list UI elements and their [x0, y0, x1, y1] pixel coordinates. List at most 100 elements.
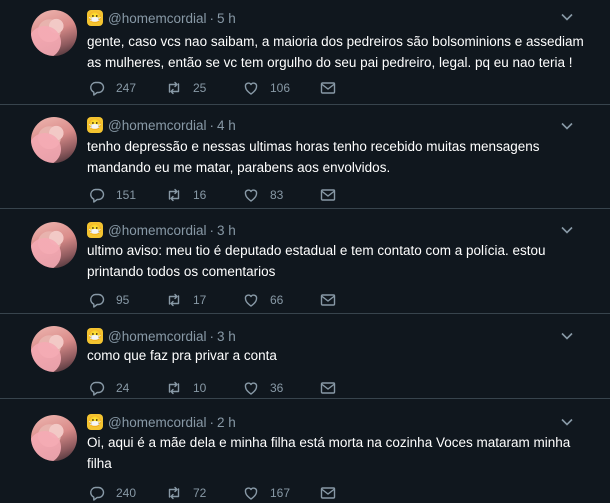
message-button[interactable]: [320, 380, 397, 396]
tweet-text: gente, caso vcs nao saibam, a maioria do…: [87, 34, 584, 70]
tweet-header: 😷 @homemcordial · 5 h: [87, 8, 236, 28]
reply-count: 151: [116, 188, 137, 202]
reply-count: 95: [116, 293, 130, 307]
tweet[interactable]: 😷 @homemcordial · 2 h Oi, aqui é a mãe d…: [0, 399, 610, 503]
message-icon: [320, 294, 336, 306]
emoji-badge-icon: 😷: [87, 10, 103, 26]
reply-count: 247: [116, 81, 137, 95]
retweet-button[interactable]: 25: [166, 80, 243, 96]
reply-button[interactable]: 247: [89, 80, 166, 96]
avatar[interactable]: [31, 117, 77, 163]
tweet-text: Oi, aqui é a mãe dela e minha filha está…: [87, 435, 571, 471]
tweet-actions: 95 17 66: [89, 292, 397, 308]
user-handle[interactable]: @homemcordial: [108, 329, 207, 344]
separator-dot: ·: [209, 10, 215, 26]
tweet-actions: 247 25 106: [89, 80, 397, 96]
chevron-down-icon[interactable]: [560, 10, 574, 24]
reply-button[interactable]: 24: [89, 380, 166, 396]
like-button[interactable]: 36: [243, 380, 320, 396]
retweet-button[interactable]: 72: [166, 485, 243, 501]
like-count: 36: [270, 381, 284, 395]
reply-icon: [90, 81, 105, 96]
like-icon: [244, 189, 258, 202]
user-handle[interactable]: @homemcordial: [108, 223, 207, 238]
retweet-count: 25: [193, 81, 207, 95]
like-button[interactable]: 106: [243, 80, 320, 96]
emoji-badge-icon: 😷: [87, 222, 103, 238]
tweet-time[interactable]: 3 h: [217, 223, 236, 238]
message-button[interactable]: [320, 292, 397, 308]
user-handle[interactable]: @homemcordial: [108, 118, 207, 133]
like-button[interactable]: 83: [243, 187, 320, 203]
retweet-icon: [168, 293, 180, 307]
reply-icon: [90, 293, 105, 308]
chevron-down-icon[interactable]: [560, 119, 574, 133]
reply-button[interactable]: 95: [89, 292, 166, 308]
like-button[interactable]: 167: [243, 485, 320, 501]
like-count: 83: [270, 188, 284, 202]
like-count: 167: [270, 486, 291, 500]
retweet-button[interactable]: 16: [166, 187, 243, 203]
message-icon: [320, 487, 336, 499]
tweet-header: 😷 @homemcordial · 2 h: [87, 412, 236, 432]
reply-button[interactable]: 240: [89, 485, 166, 501]
like-icon: [244, 487, 258, 500]
avatar[interactable]: [31, 222, 77, 268]
like-icon: [244, 382, 258, 395]
chevron-down-icon[interactable]: [560, 329, 574, 343]
retweet-icon: [168, 81, 180, 95]
chevron-down-icon[interactable]: [560, 223, 574, 237]
avatar[interactable]: [31, 10, 77, 56]
emoji-badge-icon: 😷: [87, 117, 103, 133]
like-button[interactable]: 66: [243, 292, 320, 308]
message-icon: [320, 382, 336, 394]
retweet-icon: [168, 188, 180, 202]
reply-icon: [90, 188, 105, 203]
tweet[interactable]: 😷 @homemcordial · 3 h como que faz pra p…: [0, 314, 610, 399]
retweet-icon: [168, 486, 180, 500]
reply-count: 240: [116, 486, 137, 500]
tweet[interactable]: 😷 @homemcordial · 4 h tenho depressão e …: [0, 105, 610, 209]
chevron-down-icon[interactable]: [560, 415, 574, 429]
tweet-time[interactable]: 3 h: [217, 329, 236, 344]
avatar[interactable]: [31, 415, 77, 461]
reply-button[interactable]: 151: [89, 187, 166, 203]
tweet[interactable]: 😷 @homemcordial · 3 h ultimo aviso: meu …: [0, 209, 610, 314]
emoji-badge-icon: 😷: [87, 414, 103, 430]
like-icon: [244, 82, 258, 95]
tweet-text: tenho depressão e nessas ultimas horas t…: [87, 139, 540, 175]
avatar[interactable]: [31, 326, 77, 372]
tweet-time[interactable]: 5 h: [217, 11, 236, 26]
message-icon: [320, 189, 336, 201]
tweet[interactable]: 😷 @homemcordial · 5 h gente, caso vcs na…: [0, 0, 610, 105]
like-icon: [244, 294, 258, 307]
user-handle[interactable]: @homemcordial: [108, 415, 207, 430]
reply-icon: [90, 486, 105, 501]
tweet-header: 😷 @homemcordial · 3 h: [87, 220, 236, 240]
message-button[interactable]: [320, 485, 397, 501]
message-button[interactable]: [320, 187, 397, 203]
separator-dot: ·: [209, 328, 215, 344]
tweet-time[interactable]: 2 h: [217, 415, 236, 430]
retweet-count: 16: [193, 188, 207, 202]
retweet-count: 17: [193, 293, 207, 307]
emoji-badge-icon: 😷: [87, 328, 103, 344]
tweet-time[interactable]: 4 h: [217, 118, 236, 133]
like-count: 66: [270, 293, 284, 307]
retweet-button[interactable]: 10: [166, 380, 243, 396]
message-button[interactable]: [320, 80, 397, 96]
tweet-actions: 24 10 36: [89, 380, 397, 396]
user-handle[interactable]: @homemcordial: [108, 11, 207, 26]
tweet-text: ultimo aviso: meu tio é deputado estadua…: [87, 243, 546, 279]
retweet-button[interactable]: 17: [166, 292, 243, 308]
separator-dot: ·: [209, 414, 215, 430]
reply-count: 24: [116, 381, 130, 395]
reply-icon: [90, 381, 105, 396]
separator-dot: ·: [209, 222, 215, 238]
like-count: 106: [270, 81, 291, 95]
tweet-text: como que faz pra privar a conta: [87, 348, 277, 363]
retweet-count: 10: [193, 381, 207, 395]
tweet-actions: 240 72 167: [89, 485, 397, 501]
tweet-actions: 151 16 83: [89, 187, 397, 203]
tweet-header: 😷 @homemcordial · 4 h: [87, 115, 236, 135]
